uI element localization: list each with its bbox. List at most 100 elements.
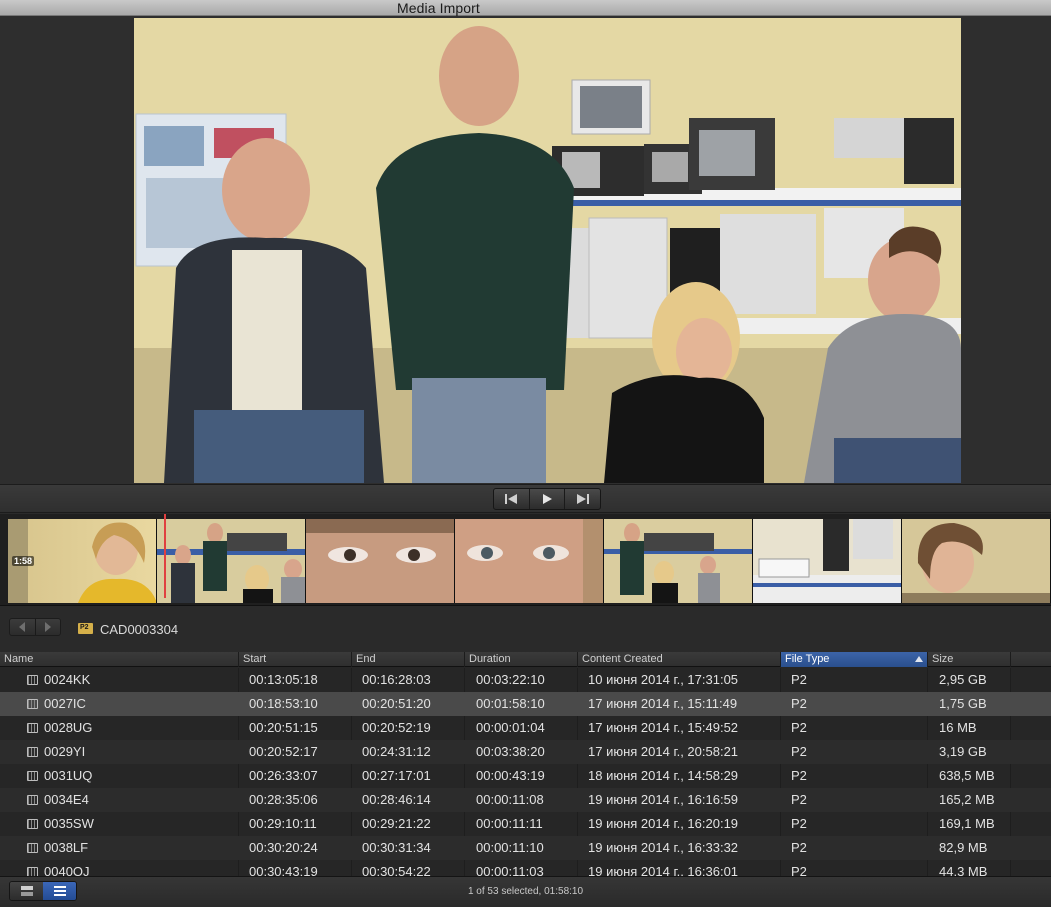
- cell-content-created: 17 июня 2014 г., 15:49:52: [588, 720, 739, 735]
- cell-start: 00:30:43:19: [249, 864, 318, 876]
- table-row[interactable]: 0040OJ 00:30:43:19 00:30:54:22 00:00:11:…: [0, 860, 1051, 876]
- film-clip-icon: [27, 771, 38, 781]
- window-title: Media Import: [397, 0, 480, 16]
- column-header-end[interactable]: End: [352, 652, 465, 667]
- cell-duration: 00:00:11:08: [476, 792, 544, 807]
- cell-name: 0027IC: [44, 696, 86, 711]
- filmstrip-frame[interactable]: [306, 519, 455, 603]
- filmstrip[interactable]: 1:58: [0, 514, 1051, 606]
- filmstrip-frame[interactable]: [753, 519, 902, 603]
- cell-file-type: P2: [791, 816, 807, 831]
- cell-name: 0035SW: [44, 816, 94, 831]
- filmstrip-frame[interactable]: [455, 519, 604, 603]
- cell-file-type: P2: [791, 768, 807, 783]
- film-clip-icon: [27, 699, 38, 709]
- film-clip-icon: [27, 819, 38, 829]
- forward-button[interactable]: [36, 619, 61, 635]
- table-row[interactable]: 0035SW 00:29:10:11 00:29:21:22 00:00:11:…: [0, 812, 1051, 836]
- column-header-start[interactable]: Start: [239, 652, 352, 667]
- video-preview[interactable]: [134, 18, 961, 483]
- back-button[interactable]: [10, 619, 36, 635]
- browser-navigation: P2 CAD0003304: [0, 606, 1051, 652]
- cell-duration: 00:03:22:10: [476, 672, 545, 687]
- cell-end: 00:16:28:03: [362, 672, 431, 687]
- table-row-selected[interactable]: 0027IC 00:18:53:10 00:20:51:20 00:01:58:…: [0, 692, 1051, 716]
- cell-content-created: 18 июня 2014 г., 14:58:29: [588, 768, 739, 783]
- film-clip-icon: [27, 675, 38, 685]
- cell-start: 00:18:53:10: [249, 696, 318, 711]
- table-row[interactable]: 0031UQ 00:26:33:07 00:27:17:01 00:00:43:…: [0, 764, 1051, 788]
- column-header-file-type-label: File Type: [785, 653, 830, 665]
- filmstrip-frame[interactable]: [902, 519, 1051, 603]
- cell-start: 00:20:51:15: [249, 720, 318, 735]
- table-header: Name Start End Duration Content Created …: [0, 652, 1051, 667]
- column-header-duration[interactable]: Duration: [465, 652, 578, 667]
- filmstrip-frame[interactable]: [157, 519, 306, 603]
- column-header-file-type[interactable]: File Type: [781, 652, 928, 667]
- cell-content-created: 17 июня 2014 г., 20:58:21: [588, 744, 739, 759]
- chevron-left-icon: [19, 622, 26, 632]
- cell-name: 0024KK: [44, 672, 91, 687]
- table-row[interactable]: 0034E4 00:28:35:06 00:28:46:14 00:00:11:…: [0, 788, 1051, 812]
- cell-end: 00:20:51:20: [362, 696, 431, 711]
- cell-size: 2,95 GB: [939, 672, 987, 687]
- cell-end: 00:24:31:12: [362, 744, 431, 759]
- skip-to-start-icon: [505, 494, 518, 504]
- cell-content-created: 19 июня 2014 г., 16:36:01: [588, 864, 739, 876]
- cell-size: 44,3 MB: [939, 864, 988, 876]
- cell-start: 00:26:33:07: [249, 768, 318, 783]
- skip-to-start-button[interactable]: [494, 489, 530, 509]
- history-navigation: [9, 618, 61, 636]
- table-row[interactable]: 0028UG 00:20:51:15 00:20:52:19 00:00:01:…: [0, 716, 1051, 740]
- cell-name: 0038LF: [44, 840, 89, 855]
- cell-file-type: P2: [791, 840, 807, 855]
- p2-folder-icon: P2: [78, 623, 93, 634]
- cell-start: 00:30:20:24: [249, 840, 318, 855]
- cell-end: 00:27:17:01: [362, 768, 431, 783]
- play-button[interactable]: [530, 489, 566, 509]
- cell-end: 00:30:31:34: [362, 840, 431, 855]
- play-icon: [543, 494, 552, 504]
- video-frame-image: [134, 18, 961, 483]
- transport-controls: [493, 488, 601, 510]
- cell-content-created: 19 июня 2014 г., 16:33:32: [588, 840, 739, 855]
- filmstrip-frame[interactable]: 1:58: [8, 519, 157, 603]
- cell-start: 00:29:10:11: [249, 816, 317, 831]
- column-header-name[interactable]: Name: [0, 652, 239, 667]
- cell-duration: 00:00:11:11: [476, 816, 543, 831]
- cell-name: 0040OJ: [44, 864, 90, 876]
- film-clip-icon: [27, 843, 38, 853]
- filmstrip-frame[interactable]: [604, 519, 753, 603]
- cell-end: 00:29:21:22: [362, 816, 431, 831]
- frame-thumbnail: [455, 519, 603, 603]
- film-clip-icon: [27, 867, 38, 876]
- skip-to-end-icon: [576, 494, 589, 504]
- cell-end: 00:30:54:22: [362, 864, 431, 876]
- transport-bar: [0, 484, 1051, 513]
- selection-status: 1 of 53 selected, 01:58:10: [467, 886, 584, 897]
- cell-file-type: P2: [791, 744, 807, 759]
- cell-content-created: 17 июня 2014 г., 15:11:49: [588, 696, 738, 711]
- cell-content-created: 19 июня 2014 г., 16:20:19: [588, 816, 739, 831]
- column-header-content-created[interactable]: Content Created: [578, 652, 781, 667]
- cell-content-created: 19 июня 2014 г., 16:16:59: [588, 792, 739, 807]
- cell-file-type: P2: [791, 792, 807, 807]
- cell-size: 165,2 MB: [939, 792, 995, 807]
- skip-to-end-button[interactable]: [565, 489, 600, 509]
- film-clip-icon: [27, 747, 38, 757]
- cell-duration: 00:00:43:19: [476, 768, 545, 783]
- cell-size: 638,5 MB: [939, 768, 995, 783]
- cell-size: 1,75 GB: [939, 696, 987, 711]
- table-row[interactable]: 0024KK 00:13:05:18 00:16:28:03 00:03:22:…: [0, 668, 1051, 692]
- film-clip-icon: [27, 795, 38, 805]
- playhead[interactable]: [164, 514, 166, 598]
- cell-size: 3,19 GB: [939, 744, 987, 759]
- table-row[interactable]: 0029YI 00:20:52:17 00:24:31:12 00:03:38:…: [0, 740, 1051, 764]
- frame-thumbnail: [604, 523, 752, 603]
- column-header-size[interactable]: Size: [928, 652, 1011, 667]
- cell-duration: 00:01:58:10: [476, 696, 545, 711]
- frame-thumbnail: [753, 519, 901, 603]
- cell-start: 00:20:52:17: [249, 744, 318, 759]
- cell-name: 0029YI: [44, 744, 86, 759]
- table-row[interactable]: 0038LF 00:30:20:24 00:30:31:34 00:00:11:…: [0, 836, 1051, 860]
